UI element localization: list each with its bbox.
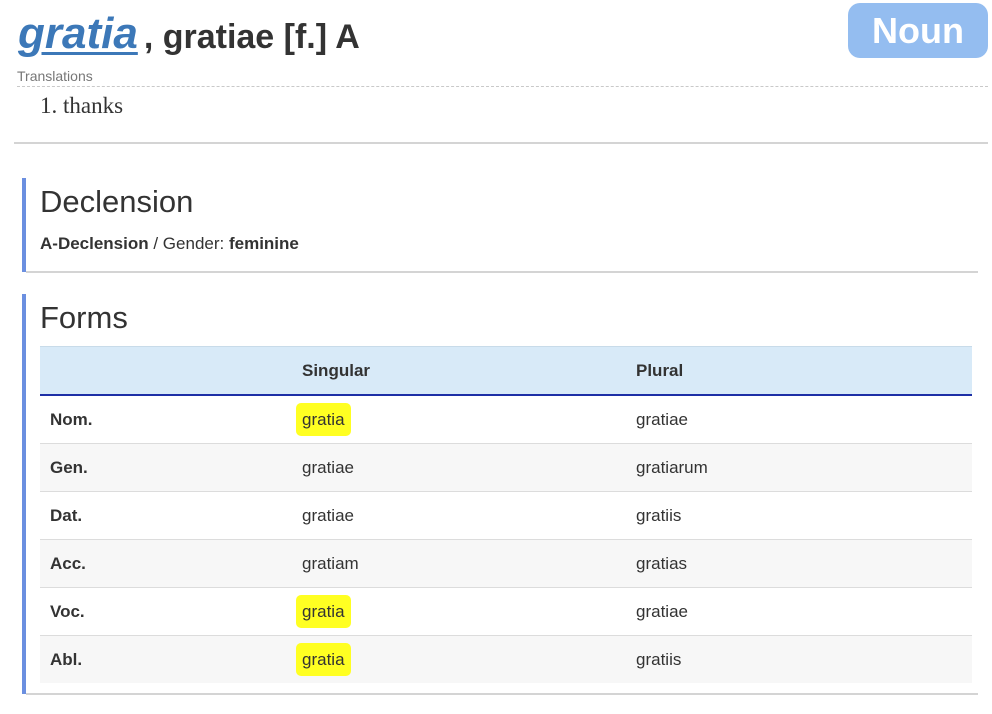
forms-title: Forms <box>40 300 128 335</box>
highlighted-form: gratia <box>296 594 351 628</box>
declension-info: A-Declension / Gender: feminine <box>40 234 299 254</box>
table-row: Dat. gratiae gratiis <box>40 491 972 540</box>
highlighted-form: gratia <box>296 402 351 436</box>
headword-details: , gratiae [f.] A <box>143 18 360 56</box>
section-divider <box>14 142 988 144</box>
declension-type: A-Declension <box>40 234 149 253</box>
case-label: Dat. <box>40 491 302 540</box>
declension-section: Declension A-Declension / Gender: femini… <box>22 178 978 272</box>
singular-cell: gratiae <box>302 491 636 540</box>
singular-cell: gratiam <box>302 539 636 588</box>
plural-cell: gratiae <box>636 395 972 444</box>
case-label: Gen. <box>40 443 302 492</box>
singular-cell: gratia <box>296 587 636 636</box>
part-of-speech-badge: Noun <box>848 3 988 58</box>
case-label: Acc. <box>40 539 302 588</box>
headword-link[interactable]: gratia <box>18 6 138 62</box>
table-row: Abl. gratia gratiis <box>40 635 972 683</box>
case-label: Voc. <box>40 587 302 636</box>
gender-label: / Gender: <box>148 234 229 253</box>
translation-item: 1. thanks <box>40 93 124 118</box>
table-row: Gen. gratiae gratiarum <box>40 443 972 492</box>
gender-value: feminine <box>228 234 299 253</box>
singular-cell: gratiae <box>302 443 636 492</box>
plural-cell: gratias <box>636 539 972 588</box>
header-case <box>40 346 302 396</box>
plural-cell: gratiis <box>636 635 972 683</box>
header-singular: Singular <box>302 346 636 396</box>
forms-table: Singular Plural Nom. gratia gratiae Gen.… <box>40 346 972 683</box>
case-label: Abl. <box>40 635 302 683</box>
translations-divider <box>17 86 988 87</box>
plural-cell: gratiarum <box>636 443 972 492</box>
forms-divider <box>26 693 978 695</box>
header-plural: Plural <box>636 346 972 396</box>
plural-cell: gratiis <box>636 491 972 540</box>
forms-header-row: Singular Plural <box>40 346 972 396</box>
singular-cell: gratia <box>296 635 636 683</box>
entry-header: gratia , gratiae [f.] A <box>18 6 360 62</box>
plural-cell: gratiae <box>636 587 972 636</box>
declension-divider <box>26 271 978 273</box>
table-row: Nom. gratia gratiae <box>40 395 972 444</box>
table-row: Voc. gratia gratiae <box>40 587 972 636</box>
declension-title: Declension <box>40 184 194 219</box>
singular-cell: gratia <box>296 395 636 444</box>
highlighted-form: gratia <box>296 642 351 676</box>
forms-section: Forms Singular Plural Nom. gratia gratia… <box>22 294 978 694</box>
case-label: Nom. <box>40 395 302 444</box>
table-row: Acc. gratiam gratias <box>40 539 972 588</box>
translations-label: Translations <box>17 68 93 84</box>
